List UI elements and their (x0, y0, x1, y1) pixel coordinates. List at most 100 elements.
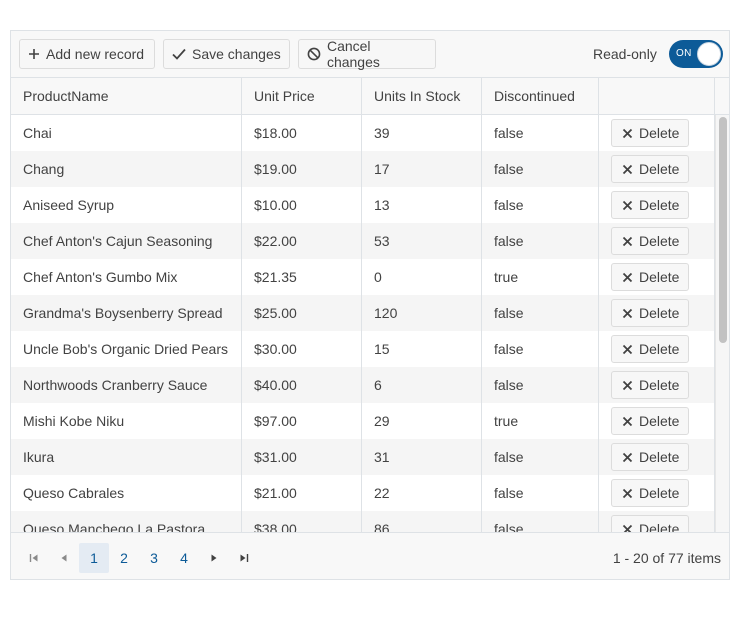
cell-product-name[interactable]: Chai (11, 115, 242, 151)
delete-button[interactable]: Delete (611, 515, 689, 532)
cancel-changes-button[interactable]: Cancel changes (298, 38, 436, 70)
delete-label: Delete (639, 233, 680, 249)
delete-button[interactable]: Delete (611, 119, 689, 147)
cell-unit-price[interactable]: $31.00 (242, 439, 362, 475)
delete-button[interactable]: Delete (611, 371, 689, 399)
cell-unit-price[interactable]: $21.00 (242, 475, 362, 511)
save-changes-button[interactable]: Save changes (163, 39, 290, 69)
cancel-changes-label: Cancel changes (326, 38, 380, 70)
cell-discontinued[interactable]: false (482, 475, 599, 511)
table-row[interactable]: Queso Manchego La Pastora $38.00 86 false De… (11, 511, 715, 532)
cell-unit-price[interactable]: $97.00 (242, 403, 362, 439)
cell-discontinued[interactable]: true (482, 403, 599, 439)
table-row[interactable]: Northwoods Cranberry Sauce $40.00 6 false De… (11, 367, 715, 403)
pager-page-1[interactable]: 1 (79, 543, 109, 573)
delete-button[interactable]: Delete (611, 299, 689, 327)
pager-previous-button[interactable] (49, 543, 79, 573)
cell-discontinued[interactable]: false (482, 151, 599, 187)
column-header-productname[interactable]: ProductName (11, 78, 242, 114)
delete-button[interactable]: Delete (611, 443, 689, 471)
cell-units-in-stock[interactable]: 53 (362, 223, 482, 259)
cell-product-name[interactable]: Chef Anton's Gumbo Mix (11, 259, 242, 295)
table-row[interactable]: Mishi Kobe Niku $97.00 29 true Delete (11, 403, 715, 439)
cell-product-name[interactable]: Chef Anton's Cajun Seasoning (11, 223, 242, 259)
cell-product-name[interactable]: Ikura (11, 439, 242, 475)
cell-product-name[interactable]: Mishi Kobe Niku (11, 403, 242, 439)
table-row[interactable]: Chef Anton's Cajun Seasoning $22.00 53 fals… (11, 223, 715, 259)
column-header-units-in-stock[interactable]: Units In Stock (362, 78, 482, 114)
pager-first-button[interactable] (19, 543, 49, 573)
cell-discontinued[interactable]: false (482, 295, 599, 331)
read-only-switch[interactable]: ON (669, 40, 723, 68)
cell-units-in-stock[interactable]: 17 (362, 151, 482, 187)
table-row[interactable]: Uncle Bob's Organic Dried Pears $30.00 15 f… (11, 331, 715, 367)
close-icon (622, 488, 633, 498)
cell-unit-price[interactable]: $30.00 (242, 331, 362, 367)
cell-discontinued[interactable]: false (482, 115, 599, 151)
pager-page-4[interactable]: 4 (169, 543, 199, 573)
cell-unit-price[interactable]: $19.00 (242, 151, 362, 187)
column-header-discontinued[interactable]: Discontinued (482, 78, 599, 114)
delete-button[interactable]: Delete (611, 155, 689, 183)
table-row[interactable]: Aniseed Syrup $10.00 13 false Delete (11, 187, 715, 223)
close-icon (622, 308, 633, 318)
cell-product-name[interactable]: Chang (11, 151, 242, 187)
pager-next-button[interactable] (199, 543, 229, 573)
delete-button[interactable]: Delete (611, 479, 689, 507)
close-icon (622, 200, 633, 210)
cell-discontinued[interactable]: false (482, 439, 599, 475)
table-row[interactable]: Grandma's Boysenberry Spread $25.00 120 fal… (11, 295, 715, 331)
close-icon (622, 128, 633, 138)
delete-button[interactable]: Delete (611, 335, 689, 363)
cell-units-in-stock[interactable]: 31 (362, 439, 482, 475)
pager-page-2[interactable]: 2 (109, 543, 139, 573)
pager-page-3[interactable]: 3 (139, 543, 169, 573)
table-row[interactable]: Chang $19.00 17 false Delete (11, 151, 715, 187)
cell-discontinued[interactable]: false (482, 511, 599, 532)
column-header-unit-price[interactable]: Unit Price (242, 78, 362, 114)
cell-product-name[interactable]: Uncle Bob's Organic Dried Pears (11, 331, 242, 367)
cell-units-in-stock[interactable]: 15 (362, 331, 482, 367)
grid-header: ProductName Unit Price Units In Stock Di… (11, 78, 729, 115)
cell-product-name[interactable]: Northwoods Cranberry Sauce (11, 367, 242, 403)
delete-button[interactable]: Delete (611, 191, 689, 219)
delete-button[interactable]: Delete (611, 263, 689, 291)
table-row[interactable]: Queso Cabrales $21.00 22 false Delete (11, 475, 715, 511)
cell-units-in-stock[interactable]: 86 (362, 511, 482, 532)
cell-unit-price[interactable]: $10.00 (242, 187, 362, 223)
cell-units-in-stock[interactable]: 39 (362, 115, 482, 151)
cell-discontinued[interactable]: false (482, 367, 599, 403)
cell-product-name[interactable]: Queso Cabrales (11, 475, 242, 511)
cell-product-name[interactable]: Aniseed Syrup (11, 187, 242, 223)
grid-toolbar: Add new record Save changes Cancel chang… (11, 31, 729, 78)
delete-label: Delete (639, 413, 680, 429)
pager-last-button[interactable] (229, 543, 259, 573)
cell-units-in-stock[interactable]: 13 (362, 187, 482, 223)
vertical-scrollbar[interactable] (715, 115, 729, 532)
cell-product-name[interactable]: Grandma's Boysenberry Spread (11, 295, 242, 331)
cell-units-in-stock[interactable]: 22 (362, 475, 482, 511)
cell-units-in-stock[interactable]: 120 (362, 295, 482, 331)
cell-unit-price[interactable]: $22.00 (242, 223, 362, 259)
delete-button[interactable]: Delete (611, 227, 689, 255)
cell-unit-price[interactable]: $21.35 (242, 259, 362, 295)
cell-units-in-stock[interactable]: 6 (362, 367, 482, 403)
table-row[interactable]: Ikura $31.00 31 false Delete (11, 439, 715, 475)
cell-product-name[interactable]: Queso Manchego La Pastora (11, 511, 242, 532)
table-row[interactable]: Chai $18.00 39 false Delete (11, 115, 715, 151)
add-new-record-button[interactable]: Add new record (19, 39, 155, 69)
cell-discontinued[interactable]: false (482, 331, 599, 367)
cell-units-in-stock[interactable]: 0 (362, 259, 482, 295)
cell-discontinued[interactable]: true (482, 259, 599, 295)
cell-discontinued[interactable]: false (482, 223, 599, 259)
cell-discontinued[interactable]: false (482, 187, 599, 223)
delete-button[interactable]: Delete (611, 407, 689, 435)
table-row[interactable]: Chef Anton's Gumbo Mix $21.35 0 true Delete (11, 259, 715, 295)
cell-unit-price[interactable]: $38.00 (242, 511, 362, 532)
cell-unit-price[interactable]: $25.00 (242, 295, 362, 331)
cell-unit-price[interactable]: $18.00 (242, 115, 362, 151)
cell-unit-price[interactable]: $40.00 (242, 367, 362, 403)
cell-units-in-stock[interactable]: 29 (362, 403, 482, 439)
scrollbar-thumb[interactable] (719, 117, 727, 343)
data-grid: Add new record Save changes Cancel chang… (10, 30, 730, 580)
